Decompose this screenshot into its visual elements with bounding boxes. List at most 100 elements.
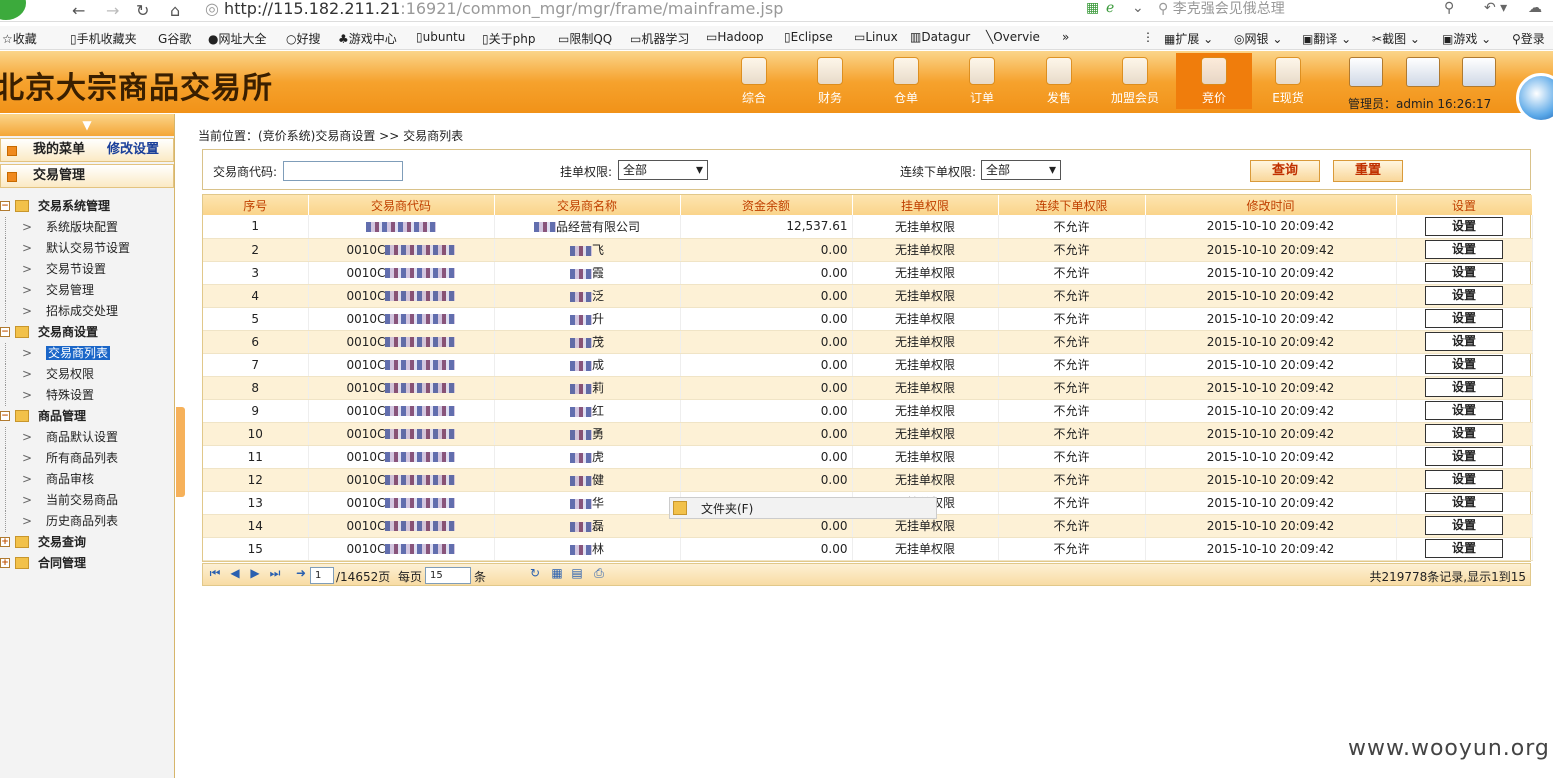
tree-group[interactable]: − 交易商设置	[0, 322, 174, 343]
dropdown-icon[interactable]: ⌄	[1132, 0, 1144, 16]
tree-item[interactable]: > 系统版块配置	[0, 217, 174, 238]
settings-button[interactable]: 设置	[1425, 240, 1503, 259]
bookmark-item[interactable]: ╲Overvie	[986, 30, 1040, 44]
extension-item[interactable]: ⚲登录	[1512, 30, 1545, 47]
trade-management-menu[interactable]: 交易管理	[0, 164, 174, 188]
bookmark-item[interactable]: ♣游戏中心	[338, 30, 397, 47]
plus-icon[interactable]: +	[0, 558, 10, 568]
tree-item[interactable]: > 交易商列表	[0, 343, 174, 364]
nav-item-active[interactable]: 竞价	[1176, 53, 1252, 109]
bookmark-more[interactable]: »	[1062, 30, 1069, 44]
column-header[interactable]: 设置	[1396, 195, 1533, 215]
tree-item[interactable]: > 历史商品列表	[0, 511, 174, 532]
export-excel-icon[interactable]: ▦	[547, 566, 567, 586]
settings-button[interactable]: 设置	[1425, 309, 1503, 328]
settings-button[interactable]: 设置	[1425, 401, 1503, 420]
search-input[interactable]: ⚲ 李克强会见俄总理	[1158, 0, 1285, 18]
monitor-tool-icon[interactable]	[1349, 57, 1383, 87]
first-page-icon[interactable]: ⏮	[205, 566, 225, 586]
export-doc-icon[interactable]: ▤	[567, 566, 587, 586]
tree-item[interactable]: > 交易管理	[0, 280, 174, 301]
column-header[interactable]: 资金余额	[680, 195, 853, 215]
bookmark-item[interactable]: ▭Linux	[854, 30, 898, 44]
tree-item[interactable]: > 商品审核	[0, 469, 174, 490]
column-header[interactable]: 交易商代码	[308, 195, 495, 215]
refresh-table-icon[interactable]: ↻	[525, 566, 545, 586]
minus-icon[interactable]: −	[0, 201, 10, 211]
bookmark-item[interactable]: ▯手机收藏夹	[70, 30, 137, 47]
plus-icon[interactable]: +	[0, 537, 10, 547]
tree-group[interactable]: + 交易查询	[0, 532, 174, 553]
tree-item[interactable]: > 交易节设置	[0, 259, 174, 280]
extension-item[interactable]: ✂截图 ⌄	[1372, 30, 1420, 47]
reset-button[interactable]: 重置	[1333, 160, 1403, 182]
url-field[interactable]: ◎ http://115.182.211.21:16921/common_mgr…	[205, 0, 783, 18]
sidebar-collapse-icon[interactable]: ▼	[0, 114, 174, 136]
settings-button[interactable]: 设置	[1425, 332, 1503, 351]
undo-icon[interactable]: ↶ ▾	[1484, 0, 1507, 16]
tree-group[interactable]: − 商品管理	[0, 406, 174, 427]
tree-item[interactable]: > 交易权限	[0, 364, 174, 385]
nav-item[interactable]: 财务	[800, 53, 860, 109]
bookmark-item[interactable]: ▥Datagur	[910, 30, 970, 44]
per-page-select[interactable]: 15	[425, 567, 471, 584]
minus-icon[interactable]: −	[0, 411, 10, 421]
context-menu-item-folder[interactable]: 文件夹(F)	[701, 499, 753, 519]
page-input[interactable]: 1	[310, 567, 334, 584]
settings-button[interactable]: 设置	[1425, 539, 1503, 558]
column-header[interactable]: 修改时间	[1145, 195, 1397, 215]
nav-item[interactable]: 订单	[952, 53, 1012, 109]
home-icon[interactable]: ⌂	[170, 1, 180, 20]
bookmark-item[interactable]: G谷歌	[158, 30, 191, 47]
settings-button[interactable]: 设置	[1425, 424, 1503, 443]
sidebar-splitter[interactable]	[176, 407, 185, 497]
bookmark-item[interactable]: ▯关于php	[482, 30, 535, 47]
settings-button[interactable]: 设置	[1425, 286, 1503, 305]
nav-item[interactable]: 发售	[1029, 53, 1089, 109]
last-page-icon[interactable]: ⏭	[265, 566, 285, 586]
tree-item[interactable]: > 所有商品列表	[0, 448, 174, 469]
column-header[interactable]: 交易商名称	[494, 195, 681, 215]
settings-button[interactable]: 设置	[1425, 263, 1503, 282]
my-menu[interactable]: 我的菜单 修改设置	[0, 138, 174, 162]
qr-icon[interactable]: ▦	[1086, 0, 1099, 16]
bookmark-item[interactable]: ▭机器学习	[630, 30, 689, 47]
modify-settings-link[interactable]: 修改设置	[107, 139, 159, 161]
tree-item[interactable]: > 商品默认设置	[0, 427, 174, 448]
settings-button[interactable]: 设置	[1425, 493, 1503, 512]
print-icon[interactable]: ⎙	[589, 566, 609, 586]
bookmark-item[interactable]: ▯ubuntu	[416, 30, 465, 44]
settings-button[interactable]: 设置	[1425, 516, 1503, 535]
forward-icon[interactable]: →	[106, 1, 119, 20]
settings-button[interactable]: 设置	[1425, 355, 1503, 374]
tree-item[interactable]: > 当前交易商品	[0, 490, 174, 511]
nav-item[interactable]: 加盟会员	[1105, 53, 1165, 109]
tree-group[interactable]: + 合同管理	[0, 553, 174, 574]
logout-tool-icon[interactable]	[1462, 57, 1496, 87]
extension-item[interactable]: ◎网银 ⌄	[1234, 30, 1282, 47]
column-header[interactable]: 连续下单权限	[998, 195, 1146, 215]
search-icon[interactable]: ⚲	[1444, 0, 1454, 16]
bookmark-item[interactable]: ▯Eclipse	[784, 30, 833, 44]
settings-button[interactable]: 设置	[1425, 470, 1503, 489]
settings-button[interactable]: 设置	[1425, 378, 1503, 397]
column-header[interactable]: 序号	[203, 195, 309, 215]
go-page-icon[interactable]: ➜	[291, 566, 311, 586]
refresh-icon[interactable]: ↻	[136, 1, 149, 20]
cloud-icon[interactable]: ☁	[1528, 0, 1542, 16]
prev-page-icon[interactable]: ◀	[225, 566, 245, 586]
column-header[interactable]: 挂单权限	[852, 195, 999, 215]
tree-group[interactable]: − 交易系统管理	[0, 196, 174, 217]
nav-item[interactable]: 综合	[724, 53, 784, 109]
ie-icon[interactable]: ℯ	[1106, 0, 1114, 16]
tree-item[interactable]: > 特殊设置	[0, 385, 174, 406]
extension-item[interactable]: ▣游戏 ⌄	[1442, 30, 1491, 47]
back-icon[interactable]: ←	[72, 1, 85, 20]
minus-icon[interactable]: −	[0, 327, 10, 337]
bookmark-item[interactable]: ●网址大全	[208, 30, 267, 47]
password-tool-icon[interactable]	[1406, 57, 1440, 87]
bookmark-item[interactable]: ▭限制QQ	[558, 30, 612, 47]
extension-item[interactable]: ▣翻译 ⌄	[1302, 30, 1351, 47]
bookmark-item[interactable]: ▭Hadoop	[706, 30, 764, 44]
nav-item[interactable]: E现货	[1258, 53, 1318, 109]
